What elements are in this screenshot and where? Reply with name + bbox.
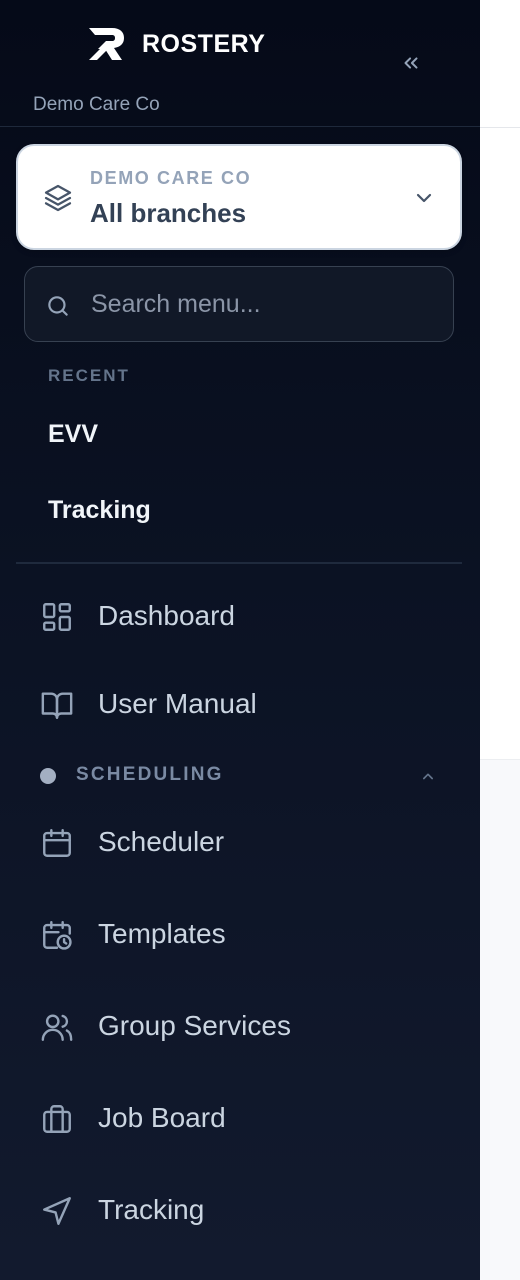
rostery-logo-icon [89, 28, 124, 60]
content-background [480, 760, 520, 1280]
search-field[interactable] [24, 266, 454, 342]
collapse-sidebar-button[interactable] [396, 48, 426, 78]
search-icon [48, 296, 68, 316]
search-input[interactable] [91, 281, 441, 327]
chevron-up-icon [423, 773, 433, 780]
layers-icon [44, 184, 72, 212]
nav-item-label: Tracking [98, 1194, 205, 1225]
recent-item-tracking[interactable]: Tracking [48, 496, 151, 525]
nav-item-templates[interactable]: Templates [0, 902, 480, 966]
brand: ROSTERY [86, 26, 265, 62]
nav-item-label: Job Board [98, 1102, 226, 1133]
nav-item-label: Templates [98, 918, 226, 949]
dashboard-grid-icon [43, 603, 71, 631]
book-open-icon [41, 692, 73, 719]
divider [16, 562, 462, 564]
nav-item-dashboard[interactable]: Dashboard [0, 584, 480, 648]
nav-item-scheduler[interactable]: Scheduler [0, 810, 480, 874]
briefcase-icon [43, 1105, 71, 1133]
sidebar: ROSTERY Demo Care Co DEMO CARE CO All br… [0, 0, 480, 1280]
divider [0, 126, 480, 127]
content-panel [480, 128, 520, 760]
brand-name: ROSTERY [142, 29, 266, 58]
section-header-scheduling[interactable]: SCHEDULING [0, 758, 480, 794]
content-header [480, 0, 520, 128]
recent-heading: RECENT [48, 366, 130, 385]
nav-item-group-services[interactable]: Group Services [0, 994, 480, 1058]
nav-item-job-board[interactable]: Job Board [0, 1086, 480, 1150]
nav-item-tracking[interactable]: Tracking [0, 1178, 480, 1242]
chevrons-left-icon [404, 57, 418, 69]
branch-selected-value: All branches [90, 198, 247, 228]
users-icon [41, 1014, 73, 1041]
navigation-arrow-icon [43, 1197, 71, 1225]
nav-item-label: Scheduler [98, 826, 225, 857]
branch-org-label: DEMO CARE CO [90, 168, 252, 188]
recent-item-evv[interactable]: EVV [48, 420, 98, 449]
nav-item-label: User Manual [98, 688, 257, 719]
calendar-clock-icon [43, 921, 72, 950]
nav-item-label: Dashboard [98, 600, 235, 631]
branch-selector[interactable]: DEMO CARE CO All branches [16, 144, 462, 250]
calendar-icon [43, 829, 71, 857]
section-label: SCHEDULING [76, 764, 224, 785]
nav-item-user-manual[interactable]: User Manual [0, 672, 480, 736]
org-caption: Demo Care Co [33, 94, 160, 115]
nav-item-label: Group Services [98, 1010, 291, 1041]
chevron-down-icon [416, 193, 432, 203]
section-dot [40, 768, 56, 784]
